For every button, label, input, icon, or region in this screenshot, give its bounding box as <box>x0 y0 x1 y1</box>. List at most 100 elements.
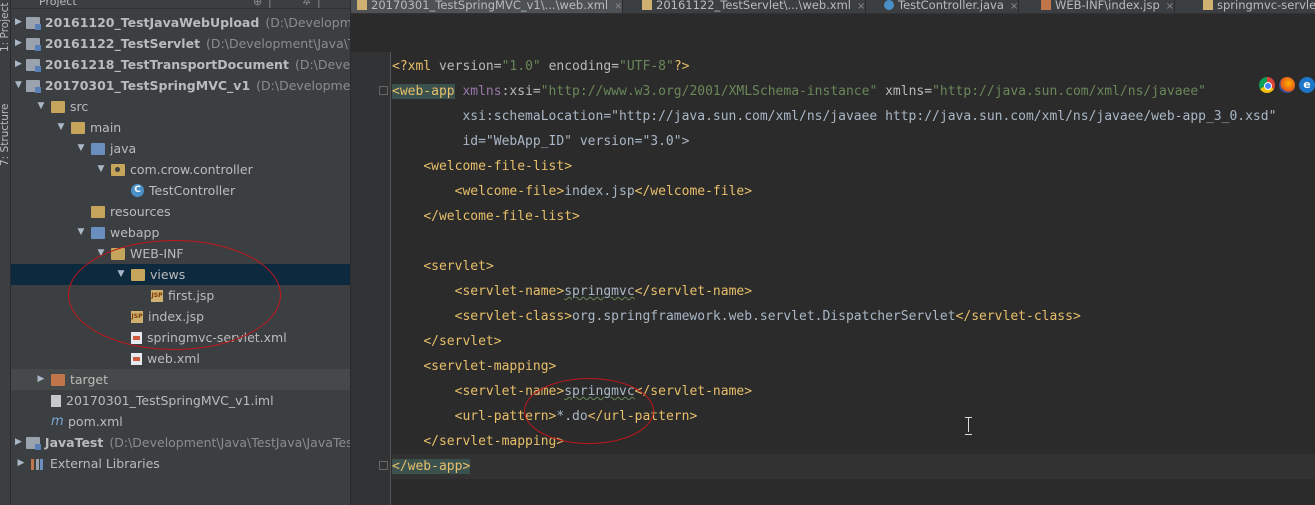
resources-folder-icon <box>91 205 105 218</box>
project-panel-title[interactable]: Project <box>39 0 77 8</box>
mouse-ibeam-cursor-icon <box>965 416 973 435</box>
tree-item-label: 20170301_TestSpringMVC_v1 <box>44 78 251 93</box>
code-line[interactable]: </web-app> <box>392 454 1315 479</box>
tree-item[interactable]: ▼ src <box>11 96 350 117</box>
project-tool-window-button[interactable]: 1: Project <box>0 0 11 52</box>
jsp-file-icon: JSP <box>151 289 163 302</box>
xml-file-icon <box>642 0 652 10</box>
code-line[interactable]: id="WebApp_ID" version="3.0"> <box>392 129 1315 154</box>
code-line[interactable]: <servlet-class>org.springframework.web.s… <box>392 304 1315 329</box>
editor-tab[interactable]: TestController.java × <box>878 0 1020 13</box>
code-line[interactable]: <url-pattern>*.do</url-pattern> <box>392 404 1315 429</box>
structure-tool-window-button[interactable]: 7: Structure <box>0 82 11 166</box>
folder-icon <box>111 247 125 260</box>
code-line[interactable]: </servlet-mapping> <box>392 429 1315 454</box>
tree-item-label: src <box>70 99 89 114</box>
code-line[interactable] <box>392 229 1315 254</box>
close-tab-icon[interactable]: × <box>1166 1 1174 12</box>
tree-item[interactable]: ▶ 20161218_TestTransportDocument (D:\Devel… <box>11 54 350 75</box>
code-line[interactable]: </welcome-file-list> <box>392 204 1315 229</box>
collapse-arrow-icon[interactable]: ▶ <box>15 453 27 474</box>
tree-item-label: TestController <box>149 183 236 198</box>
project-tree[interactable]: ▶ 20161120_TestJavaWebUpload (D:\Developme… <box>11 12 350 474</box>
tree-item[interactable]: ▼ com.crow.controller <box>11 159 350 180</box>
editor-tab[interactable]: 20170301_TestSpringMVC_v1\...\web.xml × <box>351 0 624 13</box>
expand-arrow-icon[interactable]: ▼ <box>15 75 22 96</box>
tree-item[interactable]: ▶CTestController <box>11 180 350 201</box>
editor-gutter[interactable] <box>351 52 391 505</box>
tree-item-path: (D:\Development\Java\TestJava\JavaTest) <box>109 435 350 450</box>
code-line[interactable]: <servlet-name>springmvc</servlet-name> <box>392 279 1315 304</box>
scroll-from-source-icon[interactable]: ⊕ <box>253 0 262 8</box>
collapse-arrow-icon[interactable]: ▶ <box>15 54 22 75</box>
editor-tab-label: 20170301_TestSpringMVC_v1\...\web.xml <box>371 0 609 12</box>
code-line[interactable]: <web-app xmlns:xsi="http://www.w3.org/20… <box>392 79 1315 104</box>
editor-tab[interactable]: springmvc-servlet <box>1197 0 1315 13</box>
header-separator: | <box>268 0 272 8</box>
code-line[interactable]: <servlet-name>springmvc</servlet-name> <box>392 379 1315 404</box>
expand-arrow-icon[interactable]: ▼ <box>95 243 107 264</box>
tree-item-label: index.jsp <box>148 309 205 324</box>
tree-item-label: resources <box>110 204 171 219</box>
close-tab-icon[interactable]: × <box>614 1 622 12</box>
close-tab-icon[interactable]: × <box>1010 1 1018 12</box>
tree-item[interactable]: ▼ main <box>11 117 350 138</box>
libraries-icon <box>31 458 45 470</box>
jsp-file-icon: JSP <box>131 310 143 323</box>
tree-item[interactable]: ▶ External Libraries <box>11 453 350 474</box>
code-line[interactable]: <welcome-file-list> <box>392 154 1315 179</box>
tree-item[interactable]: ▼ webapp <box>11 222 350 243</box>
tree-item[interactable]: ▶JSPindex.jsp <box>11 306 350 327</box>
collapse-arrow-icon[interactable]: ▶ <box>15 432 22 453</box>
collapse-arrow-icon[interactable]: ▶ <box>15 12 22 33</box>
code-line[interactable]: </servlet> <box>392 329 1315 354</box>
code-line[interactable]: xsi:schemaLocation="http://java.sun.com/… <box>392 104 1315 129</box>
tree-item-path: (D:\Development\Java\TestJa <box>206 36 350 51</box>
expand-arrow-icon[interactable]: ▼ <box>75 222 87 243</box>
settings-gear-icon[interactable]: ✲ <box>302 0 311 8</box>
module-folder-icon <box>25 37 41 51</box>
collapse-arrow-icon[interactable]: ▶ <box>35 369 47 390</box>
tree-item[interactable]: ▶ 20161122_TestServlet (D:\Development\Jav… <box>11 33 350 54</box>
module-folder-icon <box>25 58 41 72</box>
tree-item[interactable]: ▼ 20170301_TestSpringMVC_v1 (D:\Developmen… <box>11 75 350 96</box>
tree-item[interactable]: ▶20170301_TestSpringMVC_v1.iml <box>11 390 350 411</box>
code-line[interactable]: <servlet-mapping> <box>392 354 1315 379</box>
expand-arrow-icon[interactable]: ▼ <box>55 117 67 138</box>
fold-marker[interactable] <box>379 86 388 95</box>
tree-item[interactable]: ▶ 20161120_TestJavaWebUpload (D:\Developme… <box>11 12 350 33</box>
header-separator-2: | <box>317 0 321 8</box>
tree-item-label: java <box>110 141 137 156</box>
expand-arrow-icon[interactable]: ▼ <box>75 138 87 159</box>
tree-item[interactable]: ▼ java <box>11 138 350 159</box>
tree-item[interactable]: ▼ WEB-INF <box>11 243 350 264</box>
tree-item[interactable]: ▶resources <box>11 201 350 222</box>
tree-item-label: 20161218_TestTransportDocument <box>44 57 289 72</box>
tree-item[interactable]: ▶ target <box>11 369 350 390</box>
folder-icon <box>71 121 85 134</box>
expand-arrow-icon[interactable]: ▼ <box>35 96 47 117</box>
expand-arrow-icon[interactable]: ▼ <box>95 159 107 180</box>
code-editor[interactable]: <?xml version="1.0" encoding="UTF-8"?> <w… <box>392 54 1315 479</box>
tree-item[interactable]: ▶web.xml <box>11 348 350 369</box>
fold-marker[interactable] <box>379 461 388 470</box>
code-line[interactable]: <?xml version="1.0" encoding="UTF-8"?> <box>392 54 1315 79</box>
tree-item[interactable]: ▼ views <box>11 264 350 285</box>
module-folder-icon <box>25 16 41 30</box>
project-panel: Project ⊕ | ✲ | ▶ 20161120_TestJavaWebUpl… <box>11 0 350 505</box>
tree-item-label: 20161122_TestServlet <box>44 36 201 51</box>
maven-file-icon: m <box>51 413 64 429</box>
tree-item-label: JavaTest <box>44 435 104 450</box>
close-tab-icon[interactable]: × <box>857 1 865 12</box>
editor-tab[interactable]: 20161122_TestServlet\...\web.xml × <box>636 0 867 13</box>
collapse-arrow-icon[interactable]: ▶ <box>15 33 22 54</box>
code-line[interactable]: <servlet> <box>392 254 1315 279</box>
code-line[interactable]: <welcome-file>index.jsp</welcome-file> <box>392 179 1315 204</box>
expand-arrow-icon[interactable]: ▼ <box>115 264 127 285</box>
tree-item[interactable]: ▶mpom.xml <box>11 411 350 432</box>
tree-item[interactable]: ▶ JavaTest (D:\Development\Java\TestJava\J… <box>11 432 350 453</box>
left-tool-strip: 1: Project 7: Structure <box>0 0 11 505</box>
tree-item[interactable]: ▶JSPfirst.jsp <box>11 285 350 306</box>
editor-tab[interactable]: WEB-INF\index.jsp × <box>1035 0 1176 13</box>
tree-item[interactable]: ▶springmvc-servlet.xml <box>11 327 350 348</box>
